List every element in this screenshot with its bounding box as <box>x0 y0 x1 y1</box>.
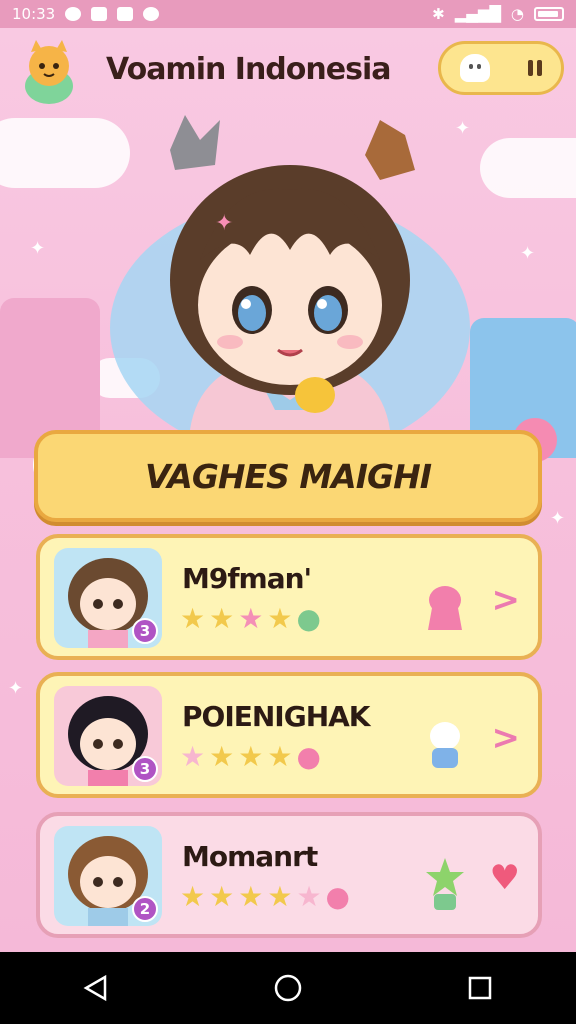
sparkle-icon: ✦ <box>550 508 566 529</box>
chevron-right-icon[interactable]: > <box>492 580 521 620</box>
android-navigation-bar <box>0 952 576 1024</box>
clock: 10:33 <box>12 5 56 23</box>
star-rating: ★ ★ ★ ★ ★ ● <box>180 882 350 912</box>
home-button[interactable] <box>263 963 313 1013</box>
pause-icon[interactable] <box>528 60 542 76</box>
character-avatar: 2 <box>54 826 162 926</box>
heart-icon[interactable]: ♥ <box>490 858 520 898</box>
home-circle-icon <box>274 974 302 1002</box>
character-name: POIENIGHAK <box>182 700 371 733</box>
status-bar: 10:33 ✱ ▂▄▆█ ◔ <box>0 0 576 28</box>
pink-cat-icon <box>428 586 462 630</box>
character-avatar: 3 <box>54 548 162 648</box>
cloud <box>0 118 130 188</box>
message-icon <box>91 7 108 21</box>
recents-button[interactable] <box>455 963 505 1013</box>
mode-banner-button[interactable]: VAGHES MAIGHI <box>34 430 542 522</box>
sparkle-icon: ✦ <box>30 238 46 259</box>
level-badge: 3 <box>132 756 158 782</box>
sparkle-icon: ✦ <box>520 243 536 264</box>
star-icon: ★ <box>209 602 235 635</box>
star-icon: ★ <box>209 880 235 913</box>
notification-icon <box>65 7 82 21</box>
star-icon: ★ <box>238 740 264 773</box>
cloud <box>480 138 576 198</box>
app-icon <box>117 7 134 21</box>
bluetooth-icon: ✱ <box>432 5 445 23</box>
character-card[interactable]: 3 POIENIGHAK ★ ★ ★ ★ ● > <box>36 672 542 798</box>
star-icon: ★ <box>238 602 264 635</box>
app-title: Voamin Indonesia <box>106 52 391 87</box>
green-star-doll-icon <box>426 858 464 910</box>
character-name: M9fman' <box>182 562 312 595</box>
back-button[interactable] <box>71 963 121 1013</box>
level-badge: 2 <box>132 896 158 922</box>
star-icon: ★ <box>180 740 206 773</box>
character-name: Momanrt <box>182 840 318 873</box>
character-card[interactable]: 3 M9fman' ★ ★ ★ ★ ● > <box>36 534 542 660</box>
menu-pill[interactable] <box>438 41 564 95</box>
sparkle-icon: ✦ <box>8 678 24 699</box>
star-icon: ★ <box>209 740 235 773</box>
star-icon: ★ <box>180 602 206 635</box>
signal-icon: ▂▄▆█ <box>454 5 501 23</box>
star-icon: ★ <box>238 880 264 913</box>
ghost-icon[interactable] <box>460 54 490 82</box>
hero-character-image: ✦ <box>170 115 415 430</box>
battery-icon <box>534 7 564 21</box>
ghost-doll-icon <box>430 722 460 768</box>
svg-text:✦: ✦ <box>215 211 233 236</box>
star-rating: ★ ★ ★ ★ ● <box>180 604 321 634</box>
star-rating: ★ ★ ★ ★ ● <box>180 742 321 772</box>
star-icon: ★ <box>180 880 206 913</box>
sparkle-icon: ✦ <box>455 118 471 139</box>
header: Voamin Indonesia <box>0 38 576 108</box>
cat-face-icon: ● <box>325 880 350 913</box>
star-icon: ★ <box>296 880 322 913</box>
star-icon: ★ <box>267 740 293 773</box>
character-avatar: 3 <box>54 686 162 786</box>
character-card[interactable]: 2 Momanrt ★ ★ ★ ★ ★ ● ♥ <box>36 812 542 938</box>
back-triangle-icon <box>83 974 107 1002</box>
recents-square-icon <box>468 976 492 1000</box>
pig-icon: ● <box>296 740 321 773</box>
banner-label: VAGHES MAIGHI <box>145 456 432 496</box>
mascot-logo-icon[interactable] <box>14 38 84 108</box>
cake-icon: ● <box>296 602 321 635</box>
level-badge: 3 <box>132 618 158 644</box>
star-icon: ★ <box>267 602 293 635</box>
wifi-icon: ◔ <box>510 5 524 23</box>
diamond-icon <box>143 7 160 21</box>
star-icon: ★ <box>267 880 293 913</box>
chevron-right-icon[interactable]: > <box>492 718 521 758</box>
